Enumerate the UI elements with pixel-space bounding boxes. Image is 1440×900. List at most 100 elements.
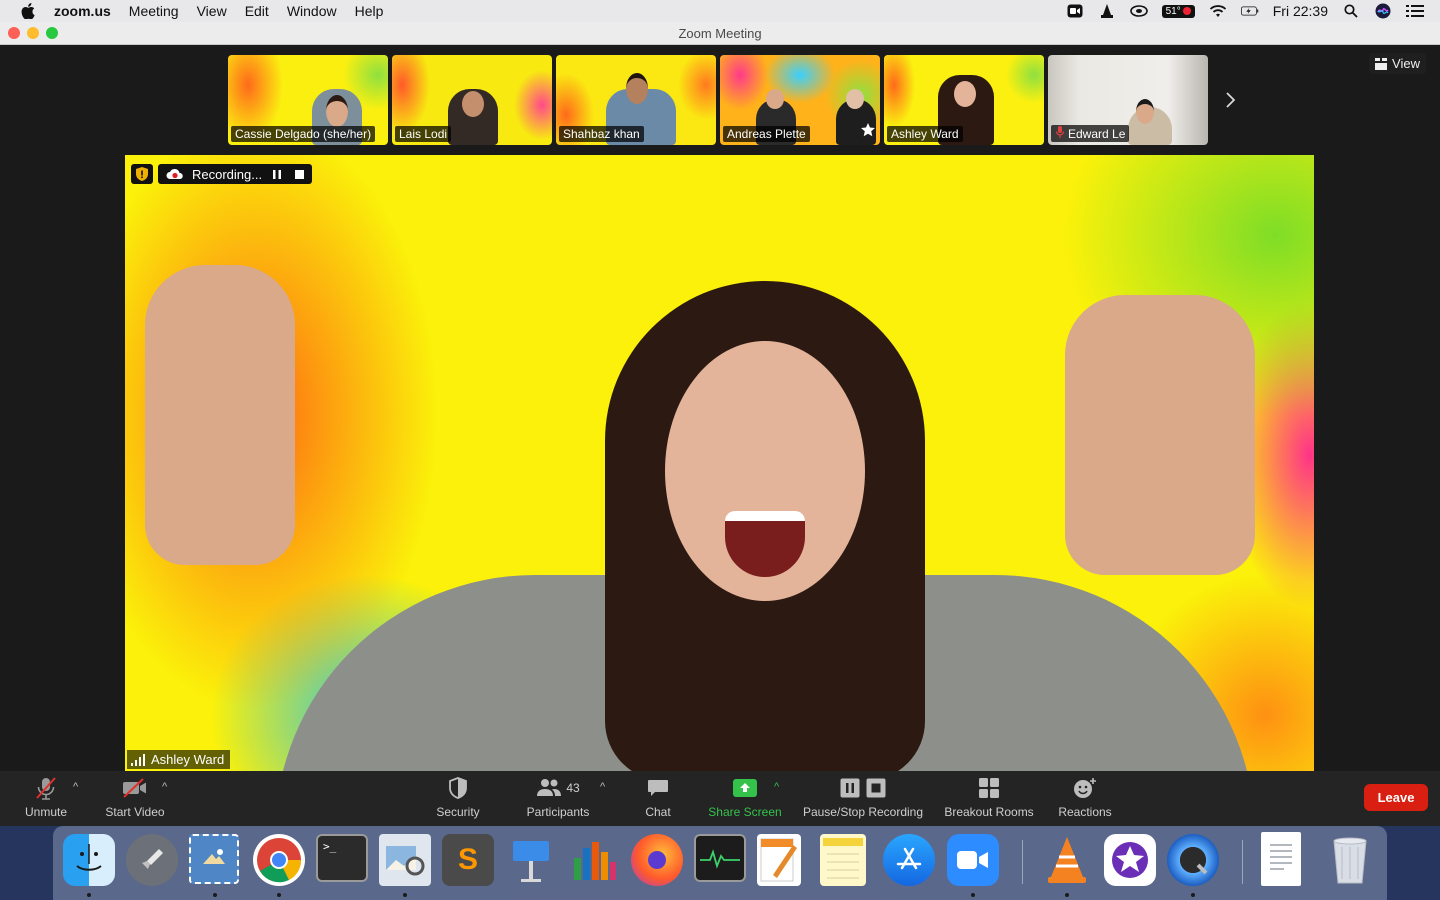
participant-face: [626, 73, 648, 104]
video-options-caret-icon[interactable]: ^: [162, 781, 167, 793]
weather-badge[interactable]: 51°: [1161, 4, 1195, 18]
zoom-status-icon[interactable]: [1066, 4, 1084, 18]
finder-icon[interactable]: [63, 834, 115, 886]
terminal-icon[interactable]: >_: [316, 834, 368, 882]
chrome-icon[interactable]: [253, 834, 305, 886]
menu-edit[interactable]: Edit: [245, 3, 269, 19]
app-menu-zoom[interactable]: zoom.us: [54, 3, 111, 19]
participants-button[interactable]: 43 Participants: [522, 771, 594, 826]
control-center-icon[interactable]: [1406, 4, 1424, 18]
security-button[interactable]: Security: [432, 771, 484, 826]
participant-tile[interactable]: Andreas Plette: [720, 55, 880, 145]
imovie-icon[interactable]: [1104, 834, 1156, 886]
creative-cloud-icon[interactable]: [1129, 4, 1148, 18]
security-label: Security: [436, 805, 480, 819]
running-indicator: [87, 893, 91, 897]
spotlight-search-icon[interactable]: [1342, 4, 1360, 18]
menu-meeting[interactable]: Meeting: [129, 3, 179, 19]
share-screen-button[interactable]: Share Screen: [705, 771, 785, 826]
stop-recording-button[interactable]: [292, 167, 306, 181]
window-controls: [8, 27, 58, 39]
unmute-button[interactable]: Unmute: [22, 771, 70, 826]
breakout-rooms-label: Breakout Rooms: [944, 805, 1034, 819]
zoom-icon[interactable]: [947, 834, 999, 886]
weather-dot-icon: [1182, 7, 1191, 15]
apple-menu-icon[interactable]: [18, 3, 38, 19]
participants-options-caret-icon[interactable]: ^: [600, 781, 605, 793]
participant-tile[interactable]: Lais Lodi: [392, 55, 552, 145]
running-indicator: [1065, 893, 1069, 897]
participants-icon-group: 43: [536, 771, 580, 805]
leave-meeting-button[interactable]: Leave: [1364, 784, 1428, 811]
view-layout-button[interactable]: View: [1369, 53, 1426, 74]
trash-icon[interactable]: [1324, 834, 1376, 886]
recording-indicator: Recording...: [158, 164, 313, 184]
quicktime-icon[interactable]: [1167, 834, 1219, 886]
audio-options-caret-icon[interactable]: ^: [73, 781, 78, 793]
participant-name-label: Edward Le: [1051, 125, 1130, 142]
participant-tile[interactable]: Cassie Delgado (she/her): [228, 55, 388, 145]
participant-face: [766, 89, 784, 109]
mail-stamp-icon[interactable]: [189, 834, 239, 884]
launchpad-icon[interactable]: [126, 834, 178, 886]
fullscreen-window-button[interactable]: [46, 27, 58, 39]
video-off-icon: [121, 771, 149, 805]
participants-label: Participants: [526, 805, 590, 819]
menu-window[interactable]: Window: [287, 3, 337, 19]
share-screen-label: Share Screen: [708, 805, 782, 819]
preview-icon[interactable]: [379, 834, 431, 886]
minimize-window-button[interactable]: [27, 27, 39, 39]
siri-icon[interactable]: [1374, 3, 1392, 19]
participant-name: Lais Lodi: [399, 127, 448, 141]
firefox-icon[interactable]: [631, 834, 683, 886]
vlc-status-icon[interactable]: [1098, 4, 1116, 18]
pages-icon[interactable]: [757, 834, 801, 886]
participant-face: [462, 91, 484, 117]
window-title-bar[interactable]: Zoom Meeting: [0, 22, 1440, 45]
shield-icon: [136, 167, 148, 181]
people-icon: [537, 779, 562, 796]
vlc-icon[interactable]: [1041, 834, 1093, 886]
chat-button[interactable]: Chat: [640, 771, 676, 826]
running-indicator: [213, 893, 217, 897]
temperature-text: 51°: [1165, 5, 1181, 17]
meeting-info-shield-button[interactable]: [131, 164, 153, 184]
pause-recording-button[interactable]: [270, 167, 284, 181]
participant-tile[interactable]: Shahbaz khan: [556, 55, 716, 145]
participant-tile-active-speaker[interactable]: Ashley Ward: [884, 55, 1044, 145]
menu-help[interactable]: Help: [355, 3, 384, 19]
running-indicator: [403, 893, 407, 897]
document-icon[interactable]: [1261, 832, 1301, 886]
pause-icon: [273, 169, 282, 179]
wifi-icon[interactable]: [1209, 4, 1227, 18]
recording-status-text: Recording...: [192, 166, 263, 182]
reactions-label: Reactions: [1058, 805, 1112, 819]
share-options-caret-icon[interactable]: ^: [774, 781, 779, 793]
pause-stop-recording-button[interactable]: Pause/Stop Recording: [800, 771, 926, 826]
gallery-next-page-button[interactable]: [1222, 90, 1238, 110]
stop-icon: [866, 778, 886, 798]
breakout-rooms-button[interactable]: Breakout Rooms: [942, 771, 1036, 826]
chevron-right-icon: [1226, 92, 1235, 108]
dock-separator: [1242, 840, 1243, 884]
keynote-icon[interactable]: [505, 834, 557, 886]
pause-icon: [840, 778, 860, 798]
speaker-right-hand: [1065, 295, 1255, 575]
participant-tile[interactable]: Edward Le: [1048, 55, 1208, 145]
numbers-icon[interactable]: [568, 834, 620, 886]
sublime-text-icon[interactable]: S: [442, 834, 494, 886]
chat-bubble-icon: [647, 771, 669, 805]
menu-view[interactable]: View: [197, 3, 227, 19]
activity-monitor-icon[interactable]: [694, 834, 746, 882]
close-window-button[interactable]: [8, 27, 20, 39]
menubar-status-area: 51° Fri 22:39: [1066, 0, 1424, 22]
notes-icon[interactable]: [820, 834, 866, 886]
battery-icon[interactable]: [1240, 4, 1259, 18]
clock-text[interactable]: Fri 22:39: [1273, 3, 1328, 19]
app-store-icon[interactable]: [883, 834, 935, 886]
reactions-button[interactable]: Reactions: [1056, 771, 1114, 826]
signal-strength-icon: [131, 753, 145, 766]
participant-name-label: Cassie Delgado (she/her): [231, 126, 376, 142]
start-video-label: Start Video: [105, 805, 165, 819]
start-video-button[interactable]: Start Video: [102, 771, 168, 826]
